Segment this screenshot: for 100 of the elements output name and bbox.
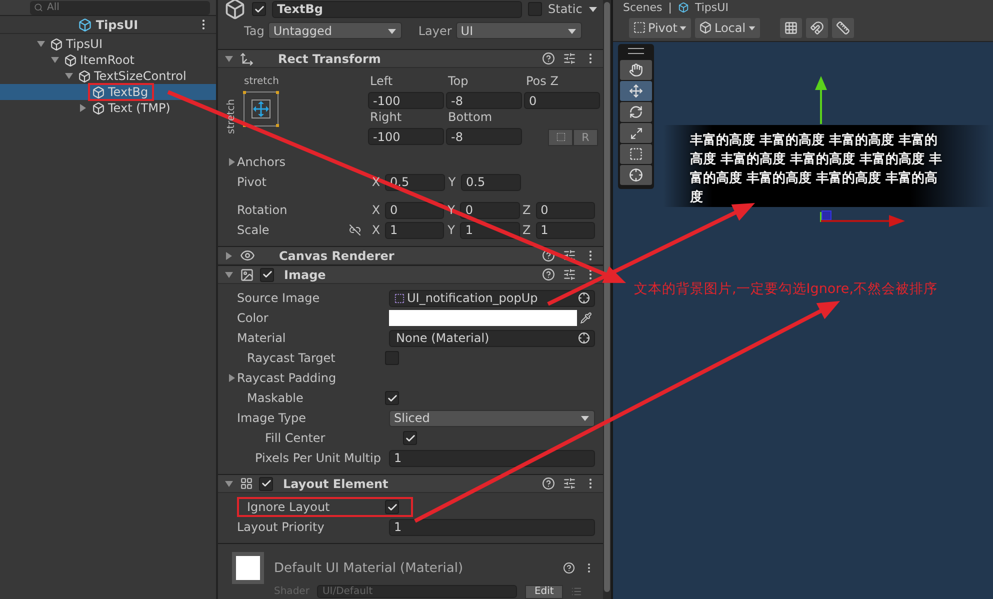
unlinked-icon[interactable] [349,224,361,236]
checkbox[interactable] [385,500,399,514]
layer-dropdown[interactable]: UI [456,22,582,39]
layout-element-icon [240,477,253,490]
hierarchy-row[interactable]: TipsUI [0,36,216,52]
number-field[interactable]: -100 [368,92,444,109]
axis-label: Z [522,223,532,237]
expanded-arrow-icon[interactable] [224,54,234,64]
hand-tool-icon [629,63,643,77]
color-swatch[interactable] [389,310,577,326]
number-field[interactable]: 0 [536,202,595,218]
foldout-label[interactable]: Anchors [237,155,286,169]
number-field[interactable]: -8 [446,92,522,109]
tool-button[interactable] [620,102,652,122]
scrollbar-thumb[interactable] [604,2,610,592]
component-header[interactable]: Layout Element [218,474,603,493]
number-field[interactable]: -100 [368,128,444,145]
property-label: Maskable [247,391,304,405]
checkbox[interactable] [252,2,266,16]
target-icon[interactable] [578,292,590,304]
axis-label: X [370,203,382,217]
object-field[interactable]: UI_notification_popUp [389,290,595,306]
caret-icon [748,24,756,32]
property-label: Color [237,311,270,325]
check-icon [260,478,272,489]
snap-toggle-button[interactable] [806,18,828,38]
magnet-icon [810,20,824,34]
number-field[interactable]: 0.5 [461,174,521,190]
expanded-arrow-icon[interactable] [224,270,234,280]
help-icon[interactable] [542,477,555,490]
toolbar-dropdown[interactable]: Local [695,18,760,38]
number-field[interactable]: 1 [536,222,595,238]
scene-tab-title[interactable]: TipsUI [695,0,728,14]
grid-snap-button[interactable] [780,18,802,38]
presets-icon[interactable] [563,268,576,281]
scenes-tab[interactable]: Scenes [623,0,662,14]
checkbox[interactable] [385,351,399,365]
presets-icon[interactable] [563,477,576,490]
cube-icon [78,18,92,32]
collapsed-arrow-icon[interactable] [224,250,234,260]
tool-button[interactable] [620,123,652,143]
number-field[interactable]: 1 [389,518,595,536]
eyedropper-icon[interactable] [580,312,592,324]
hierarchy-row[interactable]: Text (TMP) [0,100,216,116]
offset-label: Left [369,74,394,90]
anchor-preset-icon[interactable] [242,90,280,128]
collapsed-arrow-icon[interactable] [227,157,237,167]
foldout-label[interactable]: Raycast Padding [237,371,336,385]
help-icon[interactable] [563,562,575,574]
number-field[interactable]: 0 [460,202,520,218]
object-field[interactable]: None (Material) [389,330,595,346]
hierarchy-item-label: TextSizeControl [94,69,186,83]
cube-icon [78,70,91,82]
checkbox[interactable] [403,431,417,445]
increment-snap-button[interactable] [832,18,854,38]
anchor-label: stretch [244,76,279,87]
target-icon[interactable] [578,332,590,344]
hierarchy-item-label: Text (TMP) [108,101,170,115]
component-header[interactable]: Image [218,265,603,284]
scene-viewport[interactable]: 丰富的高度 丰富的高度 丰富的高度 丰富的高度 丰富的高度 丰富的高度 丰富的高度 丰富的高度 丰富的高度 丰富的高度 丰富的高度 文本的背景图片,一定要勾选Ignore,不然会被排序 [613,42,993,599]
tool-button[interactable] [620,60,652,80]
property-label: Layout Priority [237,520,326,534]
property-label: Source Image [237,291,321,305]
hierarchy-row[interactable]: ItemRoot [0,52,216,68]
component-title: Canvas Renderer [279,248,396,262]
edit-button[interactable]: Edit [525,584,563,598]
help-icon[interactable] [542,52,555,65]
hierarchy-item-label: ItemRoot [80,53,135,67]
checkbox[interactable] [528,2,542,16]
number-field[interactable]: 1 [389,450,595,466]
tag-dropdown[interactable]: Untagged [268,22,402,39]
offset-label: Pos Z [525,74,560,90]
checkbox[interactable] [260,268,274,282]
object-field-value: UI_notification_popUp [407,291,539,305]
number-field[interactable]: 0 [385,202,444,218]
help-icon[interactable] [542,268,555,281]
tool-button[interactable] [620,81,652,101]
preview-text: 丰富的高度 丰富的高度 丰富的高度 丰富的高度 丰富的高度 丰富的高度 丰富的高度 丰富的高度 丰富的高度 丰富的高度 丰富的高度 [690,132,944,207]
presets-icon[interactable] [563,52,576,65]
property-label: Ignore Layout [247,500,331,514]
hierarchy-row[interactable]: TextBg [0,84,216,100]
hierarchy-row[interactable]: TextSizeControl [0,68,216,84]
tool-button[interactable] [620,144,652,164]
collapsed-arrow-icon[interactable] [78,103,88,113]
checkbox[interactable] [259,476,273,490]
expanded-arrow-icon[interactable] [224,478,234,488]
checkbox[interactable] [385,391,399,405]
toolbar-dropdown[interactable]: Pivot [629,18,692,38]
y-axis-arrow[interactable] [815,76,827,124]
number-field[interactable]: 1 [385,222,444,238]
dropdown[interactable]: Sliced [389,410,595,426]
tool-button[interactable] [620,165,652,185]
component-header[interactable]: Canvas Renderer [218,246,603,265]
number-field[interactable]: -8 [446,128,522,145]
collapsed-arrow-icon[interactable] [227,373,237,383]
caret-icon[interactable] [588,4,598,14]
number-field[interactable]: 0 [524,92,600,109]
component-header[interactable]: Rect Transform [218,49,603,68]
name-field[interactable]: TextBg [272,0,522,18]
blueprint-mode-button[interactable] [548,128,573,146]
